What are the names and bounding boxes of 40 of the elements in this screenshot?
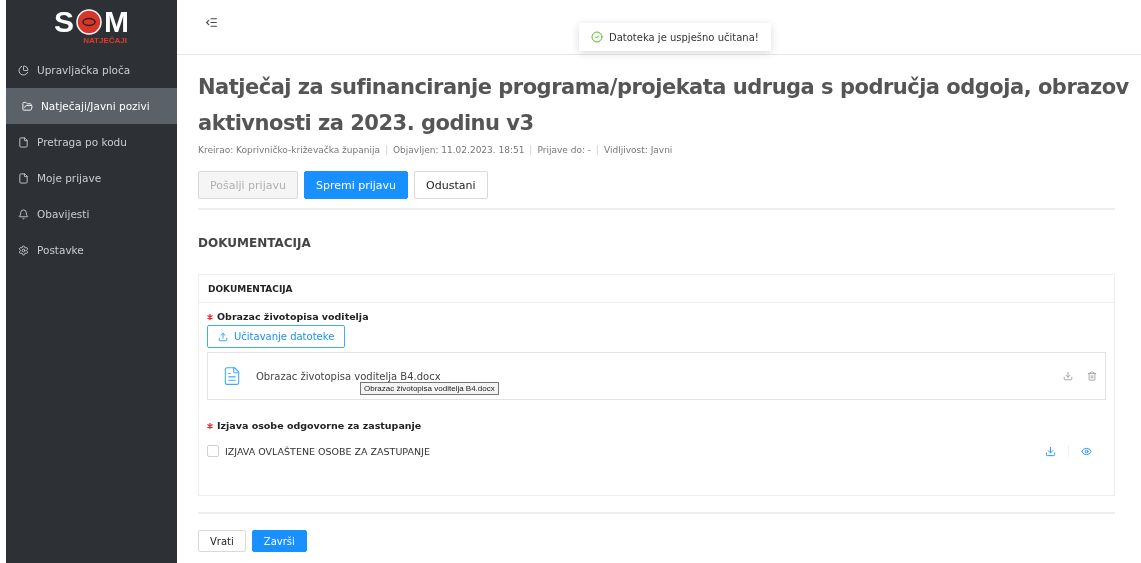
action-button[interactable]: Vrati (198, 530, 246, 552)
sidebar-item[interactable]: Obavijesti (6, 196, 177, 232)
section-title: DOKUMENTACIJA (198, 236, 312, 250)
tooltip: Obrazac životopisa voditelja B4.docx (360, 382, 499, 395)
page-title: Natječaj za sufinanciranje programa/projekata udruga s područja odgoja, obrazov (198, 74, 1129, 101)
checkbox-label: IZJAVA OVLAŠTENE OSOBE ZA ZASTUPANJE (225, 445, 430, 457)
sidebar-item[interactable]: Postavke (6, 232, 177, 268)
download-icon[interactable] (1063, 371, 1073, 381)
card-title: DOKUMENTACIJA (199, 275, 1114, 303)
file-icon (18, 172, 29, 184)
collapse-menu-icon[interactable] (205, 16, 218, 29)
view-icon[interactable] (1081, 445, 1092, 457)
field-label: Obrazac životopisa voditelja (217, 311, 369, 322)
document-icon (222, 366, 242, 386)
field-label: Izjava osobe odgovorne za zastupanje (217, 420, 422, 431)
meta-info: Kreirao: Koprivničko-križevačka županija (198, 145, 381, 155)
success-icon (591, 31, 603, 43)
fish-logo-icon (76, 8, 102, 35)
meta-info: Objavljen: 11.02.2023. 18:51 (386, 145, 531, 155)
delete-icon[interactable] (1087, 371, 1097, 381)
settings-icon (18, 244, 29, 256)
meta-info: Vidljivost: Javni (597, 145, 679, 155)
page-title: aktivnosti za 2023. godinu v3 (198, 110, 534, 137)
sidebar-item[interactable]: Natječaji/Javni pozivi (6, 88, 177, 124)
bell-icon (18, 208, 29, 220)
upload-icon (218, 331, 228, 342)
logo-subtitle: NATJEČAJI (83, 35, 127, 45)
action-button[interactable]: Odustani (414, 171, 488, 199)
checkbox[interactable] (207, 445, 219, 457)
sidebar-item[interactable]: Upravljačka ploča (6, 52, 177, 88)
sidebar-item[interactable]: Moje prijave (6, 160, 177, 196)
folder-icon (22, 100, 33, 112)
file-icon (18, 136, 29, 148)
sidebar-item[interactable]: Pretraga po kodu (6, 124, 177, 160)
meta-info: Prijave do: - (530, 145, 598, 155)
logo: S M (54, 7, 129, 36)
file-name: Obrazac životopisa voditelja B4.docx (256, 370, 442, 382)
toast-message: Datoteka je uspješno učitana! (609, 31, 759, 43)
download-icon[interactable] (1045, 445, 1056, 457)
pie-chart-icon (18, 64, 29, 76)
